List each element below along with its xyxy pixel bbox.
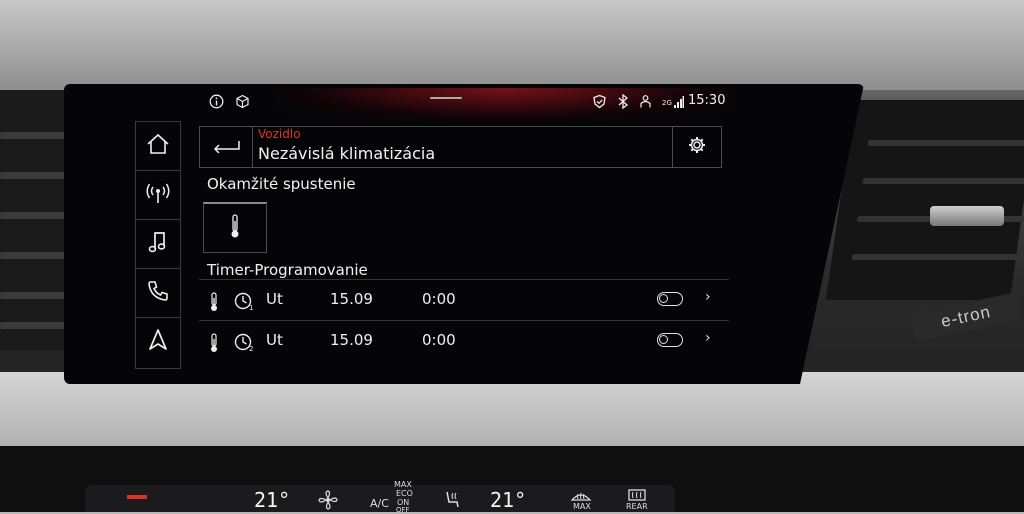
settings-button[interactable] — [672, 126, 722, 168]
dashboard-top-panel — [0, 0, 1024, 90]
cube-icon[interactable] — [235, 94, 250, 109]
eco-label: ECO — [396, 489, 413, 498]
right-temperature[interactable]: 21° — [490, 488, 526, 512]
timer-date: 15.09 — [330, 290, 373, 308]
drag-handle[interactable] — [430, 97, 462, 99]
fan-icon[interactable] — [318, 490, 338, 514]
person-icon — [638, 94, 653, 109]
timer-clock-icon: 1 — [234, 291, 256, 315]
left-temperature[interactable]: 21° — [254, 488, 290, 512]
page-header: Vozidlo Nezávislá klimatizácia — [199, 126, 719, 168]
navigation-arrow-icon — [148, 328, 168, 356]
breadcrumb[interactable]: Vozidlo — [258, 127, 301, 141]
thermometer-icon — [209, 292, 219, 316]
home-icon — [146, 133, 170, 159]
timer-toggle[interactable] — [657, 292, 683, 306]
ac-off-label: OFF — [396, 506, 410, 514]
instant-start-heating-button[interactable] — [203, 202, 267, 253]
console-indicator-led — [127, 495, 147, 499]
sidebar — [135, 121, 181, 369]
shield-icon — [592, 94, 607, 109]
timer-day: Ut — [266, 290, 283, 308]
sidebar-item-home[interactable] — [136, 122, 180, 171]
chevron-right-icon[interactable]: › — [705, 330, 711, 346]
clock: 15:30 — [688, 93, 726, 108]
info-icon[interactable] — [209, 94, 224, 109]
status-bar: 2G 15:30 — [95, 88, 765, 114]
back-button[interactable] — [199, 127, 253, 167]
right-air-vent — [825, 100, 1024, 300]
timer-day: Ut — [266, 331, 283, 349]
timer-clock-icon: 2 — [234, 332, 256, 356]
antenna-icon — [145, 181, 171, 209]
thermometer-icon — [229, 213, 241, 243]
phone-icon — [147, 280, 169, 306]
infotainment-screen: 2G 15:30 Vozidlo Nezávislá klimatizácia … — [95, 88, 765, 371]
timer-time: 0:00 — [422, 290, 456, 308]
timer-row-1[interactable]: 1 Ut 15.09 0:00 › — [199, 279, 729, 320]
timer-index: 2 — [249, 345, 253, 352]
defrost-max-label: MAX — [573, 502, 591, 511]
chevron-right-icon[interactable]: › — [705, 289, 711, 305]
sidebar-item-phone[interactable] — [136, 269, 180, 318]
timer-date: 15.09 — [330, 331, 373, 349]
music-note-icon — [148, 230, 168, 258]
timer-row-2[interactable]: 2 Ut 15.09 0:00 › — [199, 320, 729, 361]
instant-start-heading: Okamžité spustenie — [207, 175, 356, 193]
gear-icon — [687, 135, 707, 159]
bluetooth-icon — [615, 94, 630, 109]
back-arrow-icon — [211, 138, 241, 157]
sidebar-item-media[interactable] — [136, 220, 180, 269]
timer-index: 1 — [249, 304, 253, 311]
page-title: Nezávislá klimatizácia — [258, 144, 436, 163]
sidebar-item-car-connect[interactable] — [136, 171, 180, 220]
seat-heating-icon[interactable] — [443, 490, 461, 514]
rear-defrost-label: REAR — [626, 502, 648, 511]
vent-adjuster-knob[interactable] — [930, 206, 1004, 226]
timer-heading: Timer-Programovanie — [207, 261, 368, 279]
timer-time: 0:00 — [422, 331, 456, 349]
sidebar-item-navigation[interactable] — [136, 318, 180, 366]
signal-icon — [671, 94, 686, 109]
thermometer-icon — [209, 333, 219, 357]
timer-toggle[interactable] — [657, 333, 683, 347]
ac-button[interactable]: A/C — [370, 497, 389, 510]
max-ac-label: MAX — [394, 480, 412, 489]
